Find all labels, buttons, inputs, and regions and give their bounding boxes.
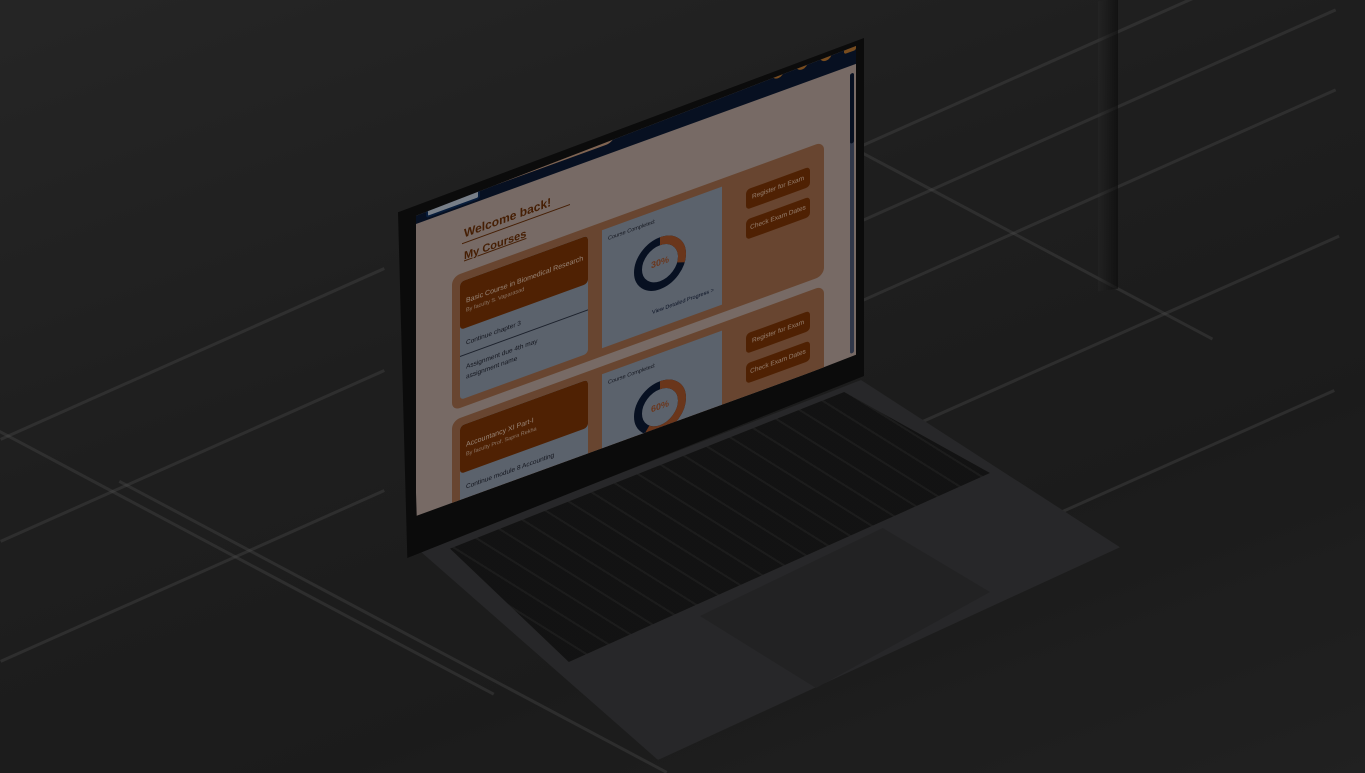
floor-line — [858, 150, 1214, 341]
course-info-panel[interactable]: Basic Course in Biomedical Research By f… — [460, 235, 588, 400]
glass-divider — [1098, 0, 1118, 292]
view-progress-link[interactable]: View Detailed Progress > — [652, 288, 714, 316]
course-title: Basic Course in Biomedical Research — [466, 255, 584, 305]
progress-panel: Course Completed: 30% View Detailed Prog… — [602, 186, 722, 349]
scrollbar-thumb[interactable] — [850, 72, 854, 145]
floor-line — [900, 234, 1340, 433]
scrollbar[interactable] — [850, 72, 854, 355]
laptop-scene: swayam ○ search for anything Courses FAQ… — [0, 0, 1365, 773]
floor-line — [0, 267, 385, 441]
